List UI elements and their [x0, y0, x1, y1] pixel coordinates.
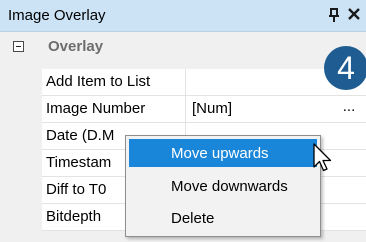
collapse-icon[interactable] [13, 41, 24, 52]
category-row-overlay[interactable]: Overlay [0, 33, 366, 61]
property-row-image-number[interactable]: Image Number [Num] ... [42, 96, 366, 123]
pin-icon[interactable] [326, 6, 342, 24]
mouse-cursor-icon [313, 143, 332, 172]
menu-item-move-upwards[interactable]: Move upwards [129, 139, 317, 167]
step-number-badge: 4 [324, 46, 366, 90]
property-name: Add Item to List [42, 69, 186, 95]
property-row-add-item[interactable]: Add Item to List [42, 69, 366, 96]
ellipsis-button[interactable]: ... [334, 96, 364, 122]
image-overlay-panel: Image Overlay Overlay Add Item to List I… [0, 0, 366, 242]
property-name: Image Number [42, 96, 186, 122]
menu-item-delete[interactable]: Delete [129, 204, 317, 232]
close-icon[interactable] [345, 4, 363, 24]
context-menu: Move upwards Move downwards Delete [125, 135, 321, 237]
property-value[interactable]: [Num] [192, 100, 232, 117]
category-label: Overlay [48, 38, 104, 55]
menu-item-move-downwards[interactable]: Move downwards [129, 172, 317, 200]
panel-titlebar: Image Overlay [0, 0, 366, 32]
panel-title: Image Overlay [8, 7, 106, 24]
